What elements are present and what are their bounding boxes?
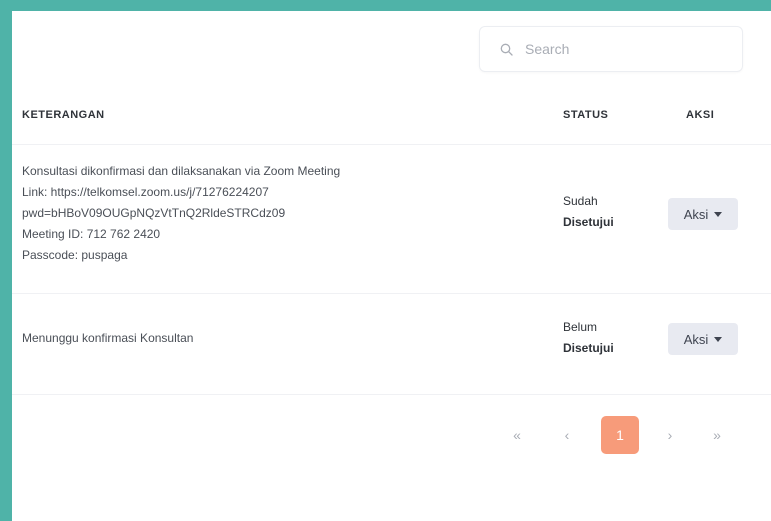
status-badge: Sudah Disetujui: [563, 191, 614, 233]
aksi-label: Aksi: [683, 206, 709, 222]
next-page-button[interactable]: ›: [651, 416, 689, 454]
row-divider: [12, 394, 771, 395]
page-1-button[interactable]: 1: [601, 416, 639, 454]
search-box[interactable]: [479, 26, 743, 72]
last-page-button[interactable]: »: [698, 416, 736, 454]
column-header-status: STATUS: [563, 109, 609, 121]
column-header-keterangan: KETERANGAN: [22, 109, 105, 121]
status-badge: Belum Disetujui: [563, 317, 614, 359]
status-line1: Sudah: [563, 194, 598, 208]
keterangan-line: Konsultasi dikonfirmasi dan dilaksanakan…: [22, 164, 341, 178]
header-divider: [12, 144, 771, 145]
table-card: KETERANGAN STATUS AKSI Konsultasi dikonf…: [12, 11, 771, 521]
status-line2: Disetujui: [563, 215, 614, 229]
prev-page-button[interactable]: ‹: [548, 416, 586, 454]
column-header-aksi: AKSI: [686, 109, 715, 121]
keterangan-line: Link: https://telkomsel.zoom.us/j/712762…: [22, 185, 269, 199]
caret-down-icon: [714, 336, 723, 342]
aksi-dropdown-button[interactable]: Aksi: [668, 198, 738, 230]
keterangan-cell: Menunggu konfirmasi Konsultan: [22, 328, 193, 349]
keterangan-line: Passcode: puspaga: [22, 248, 128, 262]
keterangan-line: Meeting ID: 712 762 2420: [22, 227, 161, 241]
search-icon: [500, 43, 513, 56]
status-line2: Disetujui: [563, 341, 614, 355]
aksi-label: Aksi: [683, 331, 709, 347]
caret-down-icon: [714, 211, 723, 217]
aksi-dropdown-button[interactable]: Aksi: [668, 323, 738, 355]
first-page-button[interactable]: «: [498, 416, 536, 454]
keterangan-line: Menunggu konfirmasi Konsultan: [22, 331, 194, 345]
table-header: KETERANGAN STATUS AKSI: [12, 109, 771, 127]
keterangan-cell: Konsultasi dikonfirmasi dan dilaksanakan…: [22, 161, 340, 266]
status-line1: Belum: [563, 320, 598, 334]
search-input[interactable]: [523, 40, 727, 58]
keterangan-line: pwd=bHBoV09OUGpNQzVtTnQ2RldeSTRCdz09: [22, 206, 286, 220]
row-divider: [12, 293, 771, 294]
